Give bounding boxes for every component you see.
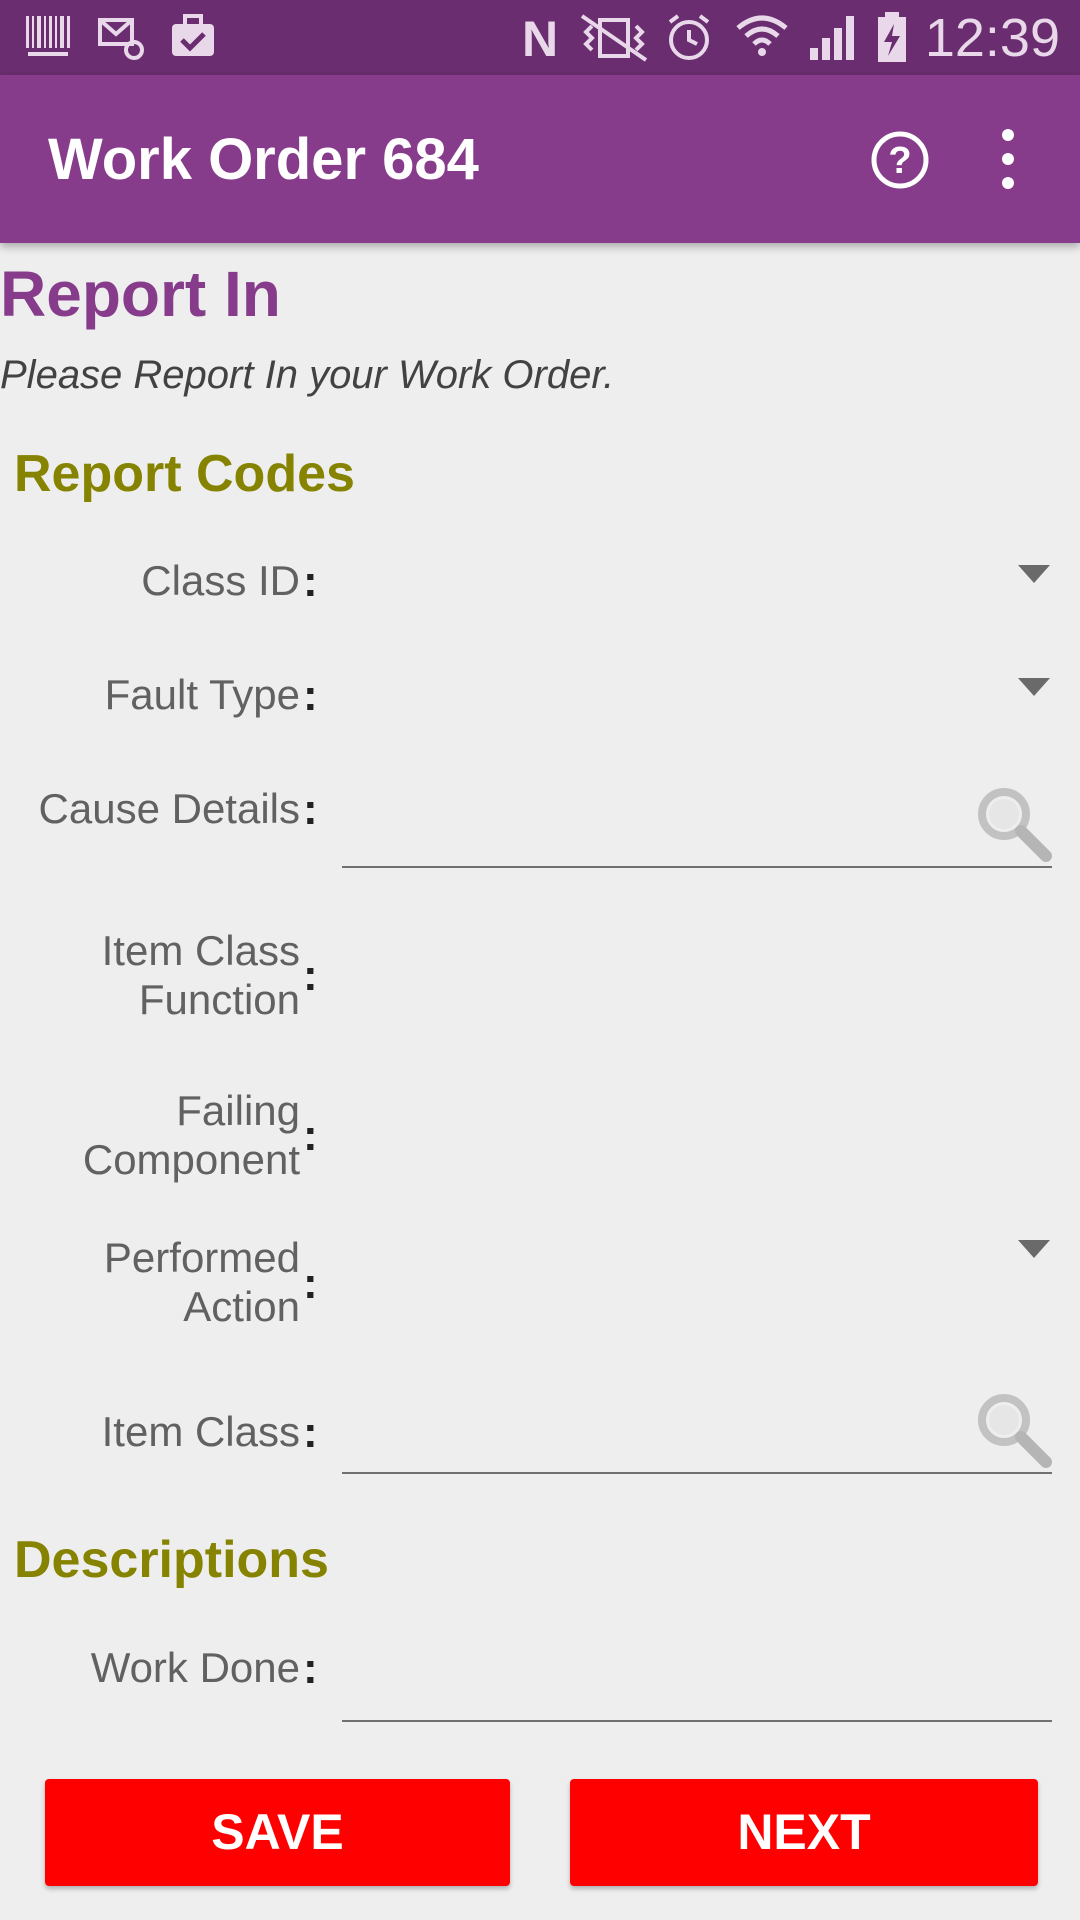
- alarm-icon: [668, 14, 710, 60]
- performed-action-label-line2: Action: [183, 1283, 300, 1330]
- performed-action-label-line1: Performed: [103, 1234, 300, 1281]
- performed-action-dropdown[interactable]: [340, 1210, 1060, 1290]
- work-done-colon: :: [303, 1644, 318, 1693]
- item-class-function-label: Item Class Function: [102, 926, 300, 1024]
- search-icon[interactable]: [972, 782, 1052, 862]
- mail-settings-icon: [98, 18, 144, 60]
- failing-component-label: Failing Component: [83, 1086, 300, 1184]
- barcode-icon: [26, 16, 70, 56]
- cause-details-label: Cause Details: [38, 785, 300, 832]
- signal-icon: [810, 16, 854, 60]
- save-button[interactable]: SAVE: [45, 1779, 510, 1886]
- chevron-down-icon: [1018, 1240, 1050, 1258]
- class-id-dropdown[interactable]: [340, 535, 1060, 615]
- item-class-function-label-line2: Function: [138, 976, 300, 1023]
- help-icon[interactable]: ?: [870, 130, 930, 190]
- cause-details-colon: :: [303, 785, 318, 834]
- failing-component-label-line2: Component: [82, 1136, 300, 1183]
- briefcase-check-icon: [172, 14, 214, 56]
- app-title: Work Order 684: [48, 127, 479, 192]
- performed-action-colon: :: [303, 1259, 318, 1308]
- status-bar: N 12:39: [0, 0, 1080, 75]
- search-icon[interactable]: [972, 1388, 1052, 1468]
- fault-type-dropdown[interactable]: [340, 648, 1060, 728]
- section-heading-descriptions: Descriptions: [14, 1531, 329, 1589]
- item-class-function-label-line1: Item Class: [101, 927, 300, 974]
- section-heading-report-codes: Report Codes: [14, 445, 355, 503]
- status-time: 12:39: [924, 8, 1060, 68]
- vibrate-icon: [580, 14, 648, 62]
- work-done-input[interactable]: [342, 1640, 1052, 1722]
- nfc-icon: N: [522, 12, 558, 62]
- failing-component-label-line1: Failing: [176, 1087, 300, 1134]
- svg-text:?: ?: [888, 140, 911, 182]
- item-class-colon: :: [303, 1408, 318, 1457]
- class-id-colon: :: [303, 557, 318, 606]
- app-bar: Work Order 684 ?: [0, 75, 1080, 243]
- svg-text:N: N: [522, 12, 558, 62]
- class-id-label: Class ID: [141, 557, 300, 604]
- performed-action-label: Performed Action: [104, 1233, 300, 1331]
- wifi-icon: [736, 15, 788, 56]
- item-class-label: Item Class: [101, 1408, 300, 1455]
- failing-component-colon: :: [303, 1111, 318, 1160]
- more-options-icon[interactable]: [985, 125, 1031, 195]
- page-title: Report In: [0, 258, 281, 330]
- fault-type-label: Fault Type: [104, 671, 300, 718]
- chevron-down-icon: [1018, 678, 1050, 696]
- page-subtitle: Please Report In your Work Order.: [0, 353, 615, 397]
- cause-details-input[interactable]: [342, 786, 1052, 868]
- item-class-input[interactable]: [342, 1392, 1052, 1474]
- battery-charging-icon: [878, 12, 906, 62]
- next-button[interactable]: NEXT: [570, 1779, 1038, 1886]
- item-class-function-colon: :: [303, 951, 318, 1000]
- work-done-label: Work Done: [90, 1644, 300, 1691]
- fault-type-colon: :: [303, 671, 318, 720]
- chevron-down-icon: [1018, 565, 1050, 583]
